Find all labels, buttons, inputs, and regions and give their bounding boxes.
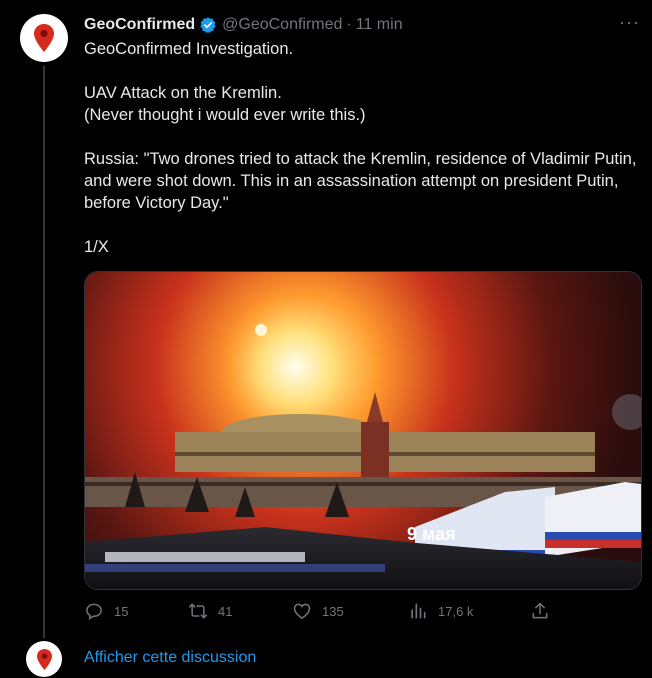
avatar[interactable] [20,14,68,62]
views-button[interactable]: 17,6 k [408,598,473,624]
heart-icon [293,603,311,619]
show-thread-link[interactable]: Afficher cette discussion [84,649,256,667]
author-handle[interactable]: @GeoConfirmed [222,16,342,34]
more-options-icon[interactable]: ··· [619,12,640,33]
thread-avatar[interactable] [26,641,62,677]
tweet-media-video[interactable]: 9 мая [84,271,642,590]
reply-button[interactable]: 15 [84,598,128,624]
share-icon [532,602,548,619]
tweet-line-quote: Russia: "Two drones tried to attack the … [84,150,637,212]
analytics-icon [411,603,426,619]
reply-count: 15 [114,603,129,619]
verified-badge-icon [199,16,217,34]
tweet-header: GeoConfirmed @GeoConfirmed · 11 min [84,14,638,36]
tweet-line-headline: UAV Attack on the Kremlin. [84,84,282,102]
media-caption: 9 мая [407,524,456,544]
tweet-line-title: GeoConfirmed Investigation. [84,40,294,58]
retweet-button[interactable]: 41 [188,598,232,624]
tweet-actions: 15 41 135 17,6 k [84,598,554,624]
like-button[interactable]: 135 [292,598,344,624]
views-count: 17,6 k [438,603,474,619]
tweet-line-aside: (Never thought i would ever write this.) [84,106,366,124]
thread-line [43,66,45,638]
location-pin-icon [36,648,52,670]
tweet-text: GeoConfirmed Investigation. UAV Attack o… [84,38,644,258]
kremlin-explosion-image: 9 мая [85,272,641,589]
share-button[interactable] [530,598,550,624]
retweet-icon [188,603,208,619]
like-count: 135 [322,603,344,619]
location-pin-icon [34,24,54,52]
retweet-count: 41 [218,603,233,619]
tweet-line-counter: 1/X [84,238,109,256]
tweet-timestamp[interactable]: 11 min [356,16,403,34]
reply-icon [86,603,102,621]
separator-dot: · [346,16,352,33]
author-name[interactable]: GeoConfirmed [84,16,195,34]
